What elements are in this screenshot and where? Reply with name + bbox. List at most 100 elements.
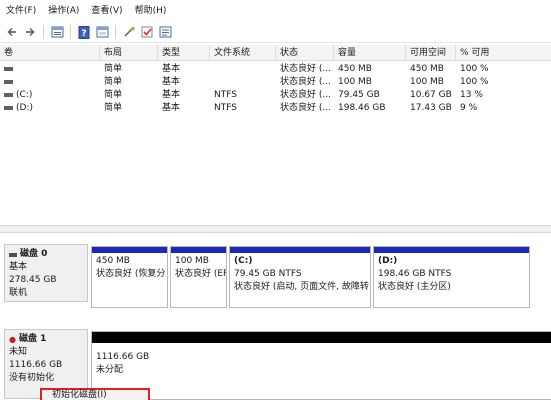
volume-status: 状态良好 (... — [280, 90, 331, 100]
toolbar-separator — [43, 25, 44, 39]
partition-bar — [374, 247, 529, 253]
volume-list-header: 卷 布局 类型 文件系统 状态 容量 可用空间 % 可用 — [0, 45, 551, 61]
column-header-capacity[interactable]: 容量 — [334, 45, 406, 61]
partition-unallocated[interactable]: 1116.66 GB 未分配 — [91, 331, 551, 400]
disk-0-size: 278.45 GB — [9, 275, 57, 285]
forward-arrow-icon[interactable] — [22, 24, 38, 40]
volume-status: 状态良好 (... — [280, 103, 331, 113]
partition-size: 1116.66 GB — [96, 352, 150, 362]
volume-status: 状态良好 (... — [280, 64, 331, 74]
column-header-layout[interactable]: 布局 — [100, 45, 158, 61]
volume-icon — [4, 79, 13, 84]
properties-icon[interactable] — [94, 24, 110, 40]
volume-capacity: 79.45 GB — [338, 90, 380, 100]
volume-filesystem: NTFS — [214, 103, 237, 113]
volume-filesystem — [210, 63, 276, 76]
menu-file[interactable]: 文件(F) — [0, 0, 42, 22]
check-icon[interactable] — [139, 24, 155, 40]
disk-1-size: 1116.66 GB — [9, 360, 63, 370]
volume-percent-free: 9 % — [460, 103, 478, 113]
partition-name: (D:) — [378, 256, 398, 266]
partition-efi[interactable]: 100 MB 状态良好 (EFI — [170, 246, 227, 308]
table-row[interactable]: 简单 基本 状态良好 (... 450 MB 450 MB 100 % — [0, 63, 551, 76]
column-header-free-space[interactable]: 可用空间 — [406, 45, 456, 61]
volume-list-icon[interactable] — [49, 24, 65, 40]
partition-recovery[interactable]: 450 MB 状态良好 (恢复分 — [91, 246, 168, 308]
disk-uninitialized-icon: ● — [9, 335, 16, 344]
table-row[interactable]: 简单 基本 状态良好 (... 100 MB 100 MB 100 % — [0, 76, 551, 89]
volume-free-space: 100 MB — [410, 77, 444, 87]
volume-icon — [4, 66, 13, 71]
partition-bar — [171, 247, 226, 253]
table-row[interactable]: (C:) 简单 基本 NTFS 状态良好 (... 79.45 GB 10.67… — [0, 89, 551, 102]
volume-filesystem — [210, 76, 276, 89]
volume-free-space: 450 MB — [410, 64, 444, 74]
partition-status: 状态良好 (恢复分 — [96, 269, 166, 279]
disk-0-status: 联机 — [9, 288, 28, 298]
partition-status: 状态良好 (主分区) — [378, 282, 451, 292]
refresh-icon[interactable] — [157, 24, 173, 40]
menu-help[interactable]: 帮助(H) — [129, 0, 173, 22]
volume-layout: 简单 — [104, 90, 123, 100]
partition-bar — [92, 247, 167, 253]
volume-percent-free: 100 % — [460, 64, 489, 74]
volume-layout: 简单 — [104, 64, 123, 74]
partition-status: 状态良好 (启动, 页面文件, 故障转 — [234, 282, 369, 292]
menu-action[interactable]: 操作(A) — [42, 0, 85, 22]
partition-c[interactable]: (C:) 79.45 GB NTFS 状态良好 (启动, 页面文件, 故障转 — [229, 246, 371, 308]
menu-view[interactable]: 查看(V) — [85, 0, 128, 22]
partition-d[interactable]: (D:) 198.46 GB NTFS 状态良好 (主分区) — [373, 246, 530, 308]
toolbar-separator — [115, 25, 116, 39]
disk-0-type: 基本 — [9, 262, 28, 272]
partition-size: 450 MB — [96, 256, 130, 266]
volume-filesystem: NTFS — [214, 90, 237, 100]
volume-type: 基本 — [162, 77, 181, 87]
disk-1-type: 未知 — [9, 347, 28, 357]
partition-name: (C:) — [234, 256, 253, 266]
partition-size: 79.45 GB NTFS — [234, 269, 302, 279]
disk-0-label[interactable]: 磁盘 0 基本 278.45 GB 联机 — [4, 244, 88, 302]
pane-splitter[interactable] — [0, 225, 551, 233]
volume-free-space: 10.67 GB — [410, 90, 452, 100]
context-menu-item-initialize-disk[interactable]: 初始化磁盘(I) — [52, 390, 107, 400]
disk-icon — [9, 252, 17, 257]
partition-size: 198.46 GB NTFS — [378, 269, 452, 279]
volume-layout: 简单 — [104, 77, 123, 87]
unallocated-bar — [92, 332, 551, 343]
volume-icon — [4, 105, 13, 110]
volume-name: (C:) — [16, 90, 33, 100]
volume-free-space: 17.43 GB — [410, 103, 452, 113]
column-header-filesystem[interactable]: 文件系统 — [210, 45, 276, 61]
toolbar-separator — [70, 25, 71, 39]
volume-percent-free: 100 % — [460, 77, 489, 87]
column-header-percent-free[interactable]: % 可用 — [456, 45, 551, 61]
svg-text:?: ? — [81, 29, 86, 39]
volume-type: 基本 — [162, 90, 181, 100]
toolbar: ? — [0, 22, 551, 43]
disk-0-name: 磁盘 0 — [20, 249, 48, 259]
menu-bar: 文件(F) 操作(A) 查看(V) 帮助(H) — [0, 0, 551, 22]
column-header-type[interactable]: 类型 — [158, 45, 210, 61]
partition-status: 未分配 — [96, 365, 124, 375]
volume-list: 卷 布局 类型 文件系统 状态 容量 可用空间 % 可用 简单 基本 状态良好 … — [0, 45, 551, 225]
help-icon[interactable]: ? — [76, 24, 92, 40]
volume-layout: 简单 — [104, 103, 123, 113]
volume-capacity: 198.46 GB — [338, 103, 386, 113]
partition-bar — [230, 247, 370, 253]
back-arrow-icon[interactable] — [4, 24, 20, 40]
partition-size: 100 MB — [175, 256, 209, 266]
volume-name: (D:) — [16, 103, 33, 113]
context-menu-initialize-disk[interactable]: 初始化磁盘(I) — [40, 388, 150, 400]
table-row[interactable]: (D:) 简单 基本 NTFS 状态良好 (... 198.46 GB 17.4… — [0, 102, 551, 115]
volume-type: 基本 — [162, 103, 181, 113]
connect-icon[interactable] — [121, 24, 137, 40]
volume-icon — [4, 92, 13, 97]
volume-type: 基本 — [162, 64, 181, 74]
volume-percent-free: 13 % — [460, 90, 483, 100]
column-header-volume[interactable]: 卷 — [0, 45, 100, 61]
column-header-status[interactable]: 状态 — [276, 45, 334, 61]
volume-capacity: 100 MB — [338, 77, 372, 87]
volume-capacity: 450 MB — [338, 64, 372, 74]
partition-status: 状态良好 (EFI — [175, 269, 227, 279]
disk-map: 磁盘 0 基本 278.45 GB 联机 450 MB 状态良好 (恢复分 10… — [0, 233, 551, 400]
